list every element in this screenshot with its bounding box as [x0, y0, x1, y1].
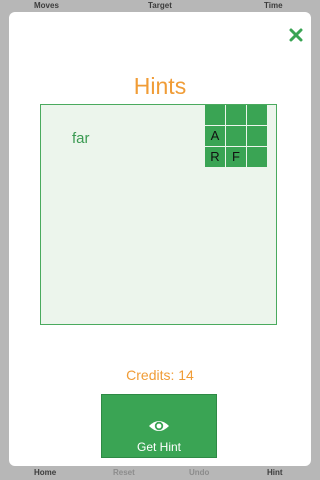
grid-cell [205, 105, 225, 125]
top-status-bar: Moves Target Time [0, 0, 320, 12]
reset-button[interactable]: Reset [113, 466, 135, 480]
bottom-toolbar: Home Reset Undo Hint [0, 466, 320, 480]
hint-button[interactable]: Hint [267, 466, 283, 480]
time-label: Time [264, 1, 283, 10]
grid-cell: F [226, 147, 246, 167]
grid-cell [247, 105, 267, 125]
grid-cell [247, 126, 267, 146]
target-label: Target [148, 1, 172, 10]
letter-grid: A R F [205, 105, 268, 168]
grid-cell [247, 147, 267, 167]
modal-title: Hints [133, 73, 187, 99]
close-icon [289, 28, 303, 42]
get-hint-label: Get Hint [136, 440, 181, 454]
credits-text: Credits: 14 [126, 367, 194, 383]
moves-label: Moves [34, 1, 59, 10]
grid-cell [226, 126, 246, 146]
get-hint-button[interactable]: Get Hint [101, 394, 217, 458]
hints-modal: Hints far A R F Credits: 14 Get Hint [9, 12, 311, 466]
hint-panel: far A R F [40, 104, 277, 325]
eye-icon [149, 421, 169, 431]
undo-button[interactable]: Undo [189, 466, 209, 480]
grid-cell: A [205, 126, 225, 146]
hint-word: far [72, 130, 90, 147]
home-button[interactable]: Home [34, 466, 56, 480]
close-button[interactable] [287, 26, 305, 44]
grid-cell: R [205, 147, 225, 167]
grid-cell [226, 105, 246, 125]
